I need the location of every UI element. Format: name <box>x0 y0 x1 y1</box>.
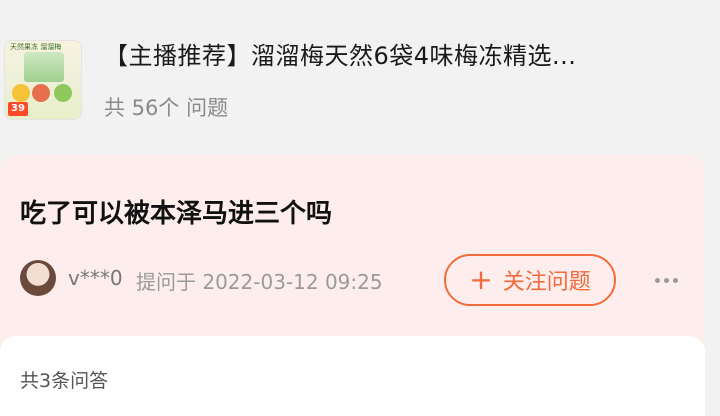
product-header[interactable]: 天然果冻 溜溜梅 39 【主播推荐】溜溜梅天然6袋4味梅冻精选... 共 56个… <box>0 0 720 145</box>
thumbnail-price-tag: 39 <box>8 102 28 116</box>
dot <box>654 277 660 283</box>
question-card: 吃了可以被本泽马进三个吗 v***0 提问于 2022-03-12 09:25 … <box>0 155 705 355</box>
fruit-cup-image <box>12 84 30 102</box>
question-text: 吃了可以被本泽马进三个吗 <box>20 199 333 229</box>
page-edge <box>705 0 720 405</box>
avatar[interactable] <box>20 260 56 296</box>
question-count: 共 56个 问题 <box>104 96 229 120</box>
follow-question-button[interactable]: + 关注问题 <box>444 254 616 306</box>
asked-timestamp: 提问于 2022-03-12 09:25 <box>136 270 383 294</box>
product-box-image <box>24 52 64 82</box>
follow-button-label: 关注问题 <box>502 270 591 295</box>
answers-count: 共3条问答 <box>20 370 109 392</box>
product-title[interactable]: 【主播推荐】溜溜梅天然6袋4味梅冻精选... <box>104 36 704 71</box>
fruit-cup-image <box>32 84 50 102</box>
plus-icon: + <box>469 263 493 296</box>
answers-card: 共3条问答 <box>0 336 705 416</box>
asker-username: v***0 <box>68 266 123 290</box>
product-thumbnail[interactable]: 天然果冻 溜溜梅 39 <box>4 40 82 120</box>
dot <box>663 277 669 283</box>
thumbnail-brand-text: 天然果冻 溜溜梅 <box>10 43 62 51</box>
dot <box>672 277 678 283</box>
more-options-icon[interactable] <box>648 265 684 295</box>
fruit-cup-image <box>54 84 72 102</box>
